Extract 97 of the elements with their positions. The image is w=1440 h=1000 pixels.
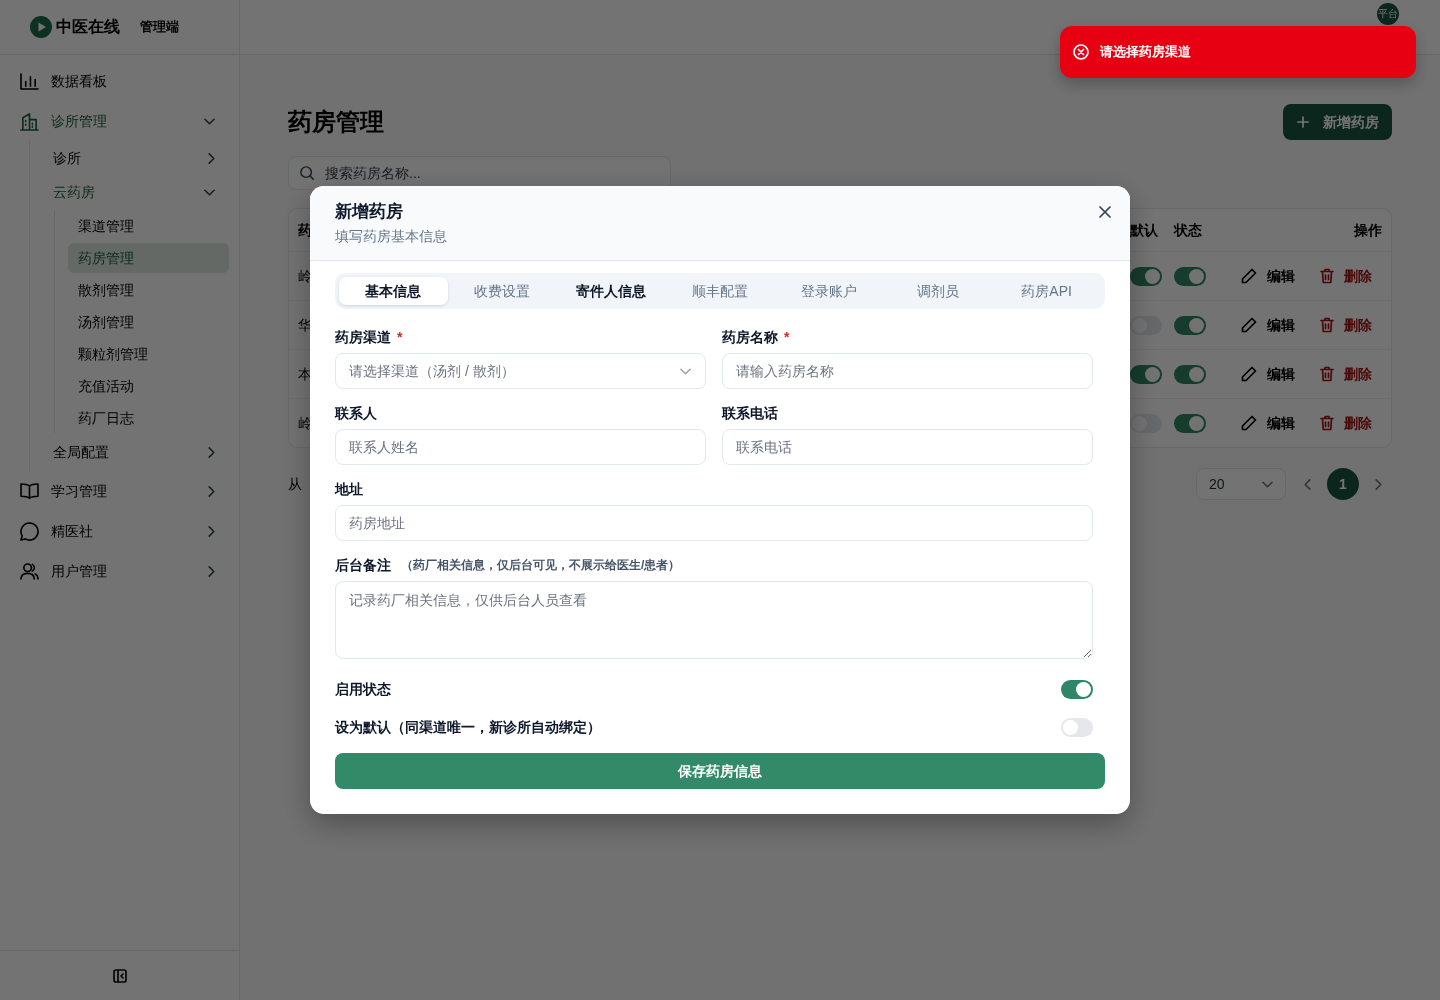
- chat-bubble-icon: [20, 521, 39, 541]
- sidebar-item[interactable]: 充值活动: [68, 371, 229, 401]
- field-hint: （药厂相关信息，仅后台可见，不展示给医生/患者）: [401, 557, 681, 574]
- page-button[interactable]: 1: [1327, 468, 1359, 500]
- delete-button[interactable]: 删除: [1320, 412, 1372, 434]
- table-cell: 岭: [298, 414, 312, 431]
- tab[interactable]: 药房API: [992, 277, 1101, 305]
- toggle-switch[interactable]: [1174, 413, 1206, 433]
- sidebar-item[interactable]: 精医社: [0, 511, 239, 551]
- chevron-left-icon[interactable]: [1304, 478, 1311, 490]
- toggle-switch[interactable]: [1130, 266, 1162, 286]
- edit-button[interactable]: 编辑: [1241, 363, 1295, 385]
- building-icon: [20, 111, 39, 131]
- pencil-icon: [1241, 415, 1257, 431]
- save-button[interactable]: 保存药房信息: [335, 753, 1105, 789]
- delete-button[interactable]: 删除: [1320, 314, 1372, 336]
- field-label: 地址: [335, 479, 363, 499]
- chevron-down-icon: [680, 367, 691, 375]
- sidebar-toggle-icon[interactable]: [112, 968, 127, 983]
- user-avatar[interactable]: 平台: [1377, 3, 1399, 25]
- page-size-select[interactable]: 20: [1196, 468, 1286, 500]
- close-icon[interactable]: [1099, 206, 1111, 218]
- add-pharmacy-button[interactable]: 新增药房: [1283, 104, 1392, 140]
- pencil-icon: [1241, 366, 1257, 382]
- pagination-summary: 从: [288, 474, 302, 494]
- sidebar-item[interactable]: 渠道管理: [68, 211, 229, 241]
- sidebar-item[interactable]: 散剂管理: [68, 275, 229, 305]
- chevron-down-icon: [1262, 480, 1273, 488]
- trash-icon: [1320, 415, 1334, 431]
- input-field[interactable]: 联系电话: [722, 429, 1093, 465]
- sidebar-item[interactable]: 药厂日志: [68, 403, 229, 433]
- tab[interactable]: 顺丰配置: [665, 277, 775, 305]
- toggle-switch[interactable]: [1174, 315, 1206, 335]
- tab[interactable]: 收费设置: [447, 277, 557, 305]
- logo-icon: [30, 16, 52, 38]
- app-section-label: 管理端: [140, 18, 179, 37]
- input-field[interactable]: 药房地址: [335, 505, 1093, 541]
- field-label: 药房名称: [722, 327, 778, 347]
- sidebar-item[interactable]: 数据看板: [0, 61, 239, 101]
- plus-icon: [1297, 116, 1309, 128]
- sidebar-item[interactable]: 诊所管理: [0, 101, 239, 141]
- sidebar-item[interactable]: 全局配置: [30, 435, 239, 469]
- toast-message: 请选择药房渠道: [1100, 43, 1191, 62]
- toggle-switch[interactable]: [1130, 364, 1162, 384]
- book-icon: [20, 483, 39, 499]
- toggle-switch[interactable]: [1174, 364, 1206, 384]
- input-field[interactable]: 请输入药房名称: [722, 353, 1093, 389]
- column-header: 状态: [1174, 221, 1202, 238]
- pencil-icon: [1241, 268, 1257, 284]
- dialog-title: 新增药房: [335, 201, 404, 223]
- sidebar-item[interactable]: 药房管理: [68, 243, 229, 273]
- field-label: 联系人: [335, 403, 377, 423]
- switch-label: 设为默认（同渠道唯一，新诊所自动绑定）: [335, 717, 601, 737]
- toggle-switch[interactable]: [1061, 717, 1093, 737]
- tab[interactable]: 基本信息: [339, 277, 448, 305]
- field-label: 药房渠道: [335, 327, 391, 347]
- field-label: 联系电话: [722, 403, 778, 423]
- page-title: 药房管理: [288, 107, 384, 137]
- sidebar-item[interactable]: 用户管理: [0, 551, 239, 591]
- tab[interactable]: 调剂员: [883, 277, 993, 305]
- pencil-icon: [1241, 317, 1257, 333]
- toggle-switch[interactable]: [1130, 413, 1162, 433]
- error-icon: [1073, 44, 1089, 60]
- sidebar-item[interactable]: 颗粒剂管理: [68, 339, 229, 369]
- sidebar-item[interactable]: 汤剂管理: [68, 307, 229, 337]
- select-field[interactable]: 请选择渠道（汤剂 / 散剂）: [335, 353, 706, 389]
- toggle-switch[interactable]: [1130, 315, 1162, 335]
- edit-button[interactable]: 编辑: [1241, 412, 1295, 434]
- textarea-field[interactable]: 记录药厂相关信息，仅供后台人员查看: [335, 581, 1093, 659]
- switch-label: 启用状态: [335, 679, 391, 699]
- trash-icon: [1320, 317, 1334, 333]
- toggle-switch[interactable]: [1061, 679, 1093, 699]
- required-mark: *: [397, 327, 403, 347]
- trash-icon: [1320, 366, 1334, 382]
- search-icon: [300, 166, 314, 180]
- sidebar-item[interactable]: 学习管理: [0, 471, 239, 511]
- chevron-right-icon[interactable]: [1375, 478, 1382, 490]
- tab[interactable]: 登录账户: [774, 277, 884, 305]
- bar-chart-icon: [20, 72, 39, 90]
- users-icon: [20, 562, 39, 580]
- sidebar-item[interactable]: 诊所: [30, 141, 239, 175]
- dialog-subtitle: 填写药房基本信息: [335, 227, 447, 246]
- sidebar-item[interactable]: 云药房: [30, 175, 239, 209]
- edit-button[interactable]: 编辑: [1241, 265, 1295, 287]
- tab[interactable]: 寄件人信息: [556, 277, 666, 305]
- toggle-switch[interactable]: [1174, 266, 1206, 286]
- input-field[interactable]: 联系人姓名: [335, 429, 706, 465]
- column-header: 默认: [1130, 221, 1158, 238]
- delete-button[interactable]: 删除: [1320, 265, 1372, 287]
- field-label: 后台备注: [335, 555, 391, 575]
- brand-name: 中医在线: [56, 17, 120, 37]
- trash-icon: [1320, 268, 1334, 284]
- delete-button[interactable]: 删除: [1320, 363, 1372, 385]
- table-cell: 岭: [298, 267, 312, 284]
- edit-button[interactable]: 编辑: [1241, 314, 1295, 336]
- required-mark: *: [784, 327, 790, 347]
- column-header: 操作: [1354, 221, 1382, 238]
